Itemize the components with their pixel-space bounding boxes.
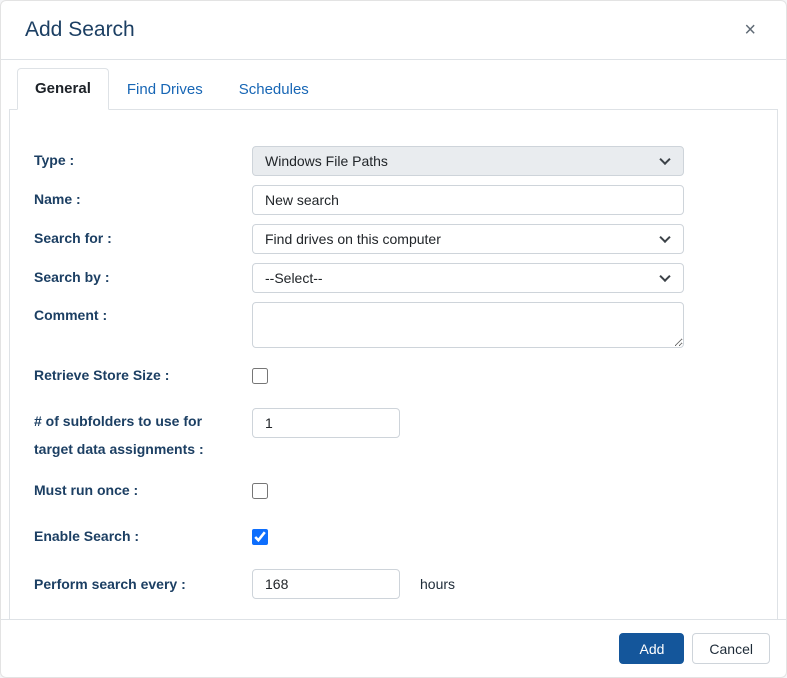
add-search-dialog: Add Search × General Find Drives Schedul… bbox=[0, 0, 787, 678]
must-run-once-checkbox[interactable] bbox=[252, 483, 268, 499]
tab-content-general: Type : Windows File Paths Name : Search … bbox=[9, 110, 778, 619]
search-for-label: Search for : bbox=[34, 225, 252, 252]
retrieve-store-size-row: Retrieve Store Size : bbox=[34, 362, 753, 389]
search-by-select[interactable]: --Select-- bbox=[252, 263, 684, 293]
tab-general[interactable]: General bbox=[17, 68, 109, 110]
dialog-footer: Add Cancel bbox=[1, 619, 786, 677]
type-label: Type : bbox=[34, 147, 252, 174]
tab-bar: General Find Drives Schedules bbox=[9, 68, 778, 110]
dialog-title: Add Search bbox=[25, 18, 135, 42]
name-input[interactable] bbox=[252, 185, 684, 215]
enable-search-checkbox[interactable] bbox=[252, 529, 268, 545]
tab-schedules[interactable]: Schedules bbox=[221, 68, 327, 110]
close-icon[interactable]: × bbox=[738, 16, 762, 44]
perform-every-input[interactable] bbox=[252, 569, 400, 599]
subfolders-row: # of subfolders to use for target data a… bbox=[34, 408, 753, 463]
retrieve-store-size-label: Retrieve Store Size : bbox=[34, 362, 252, 389]
subfolders-input[interactable] bbox=[252, 408, 400, 438]
type-select[interactable]: Windows File Paths bbox=[252, 146, 684, 176]
comment-label: Comment : bbox=[34, 302, 252, 329]
search-by-label: Search by : bbox=[34, 264, 252, 291]
search-for-row: Search for : Find drives on this compute… bbox=[34, 224, 753, 254]
must-run-once-label: Must run once : bbox=[34, 477, 252, 504]
name-label: Name : bbox=[34, 186, 252, 213]
retrieve-store-size-checkbox[interactable] bbox=[252, 368, 268, 384]
enable-search-row: Enable Search : bbox=[34, 523, 753, 550]
perform-every-row: Perform search every : hours bbox=[34, 569, 753, 599]
dialog-body: General Find Drives Schedules Type : Win… bbox=[1, 60, 786, 619]
enable-search-label: Enable Search : bbox=[34, 523, 252, 550]
name-row: Name : bbox=[34, 185, 753, 215]
type-row: Type : Windows File Paths bbox=[34, 146, 753, 176]
search-by-row: Search by : --Select-- bbox=[34, 263, 753, 293]
must-run-once-row: Must run once : bbox=[34, 477, 753, 504]
perform-every-label: Perform search every : bbox=[34, 571, 252, 598]
cancel-button[interactable]: Cancel bbox=[692, 633, 770, 664]
comment-row: Comment : bbox=[34, 302, 753, 348]
dialog-header: Add Search × bbox=[1, 1, 786, 60]
comment-textarea[interactable] bbox=[252, 302, 684, 348]
search-for-select[interactable]: Find drives on this computer bbox=[252, 224, 684, 254]
add-button[interactable]: Add bbox=[619, 633, 684, 664]
tab-find-drives[interactable]: Find Drives bbox=[109, 68, 221, 110]
hours-suffix: hours bbox=[420, 576, 455, 592]
subfolders-label: # of subfolders to use for target data a… bbox=[34, 408, 252, 463]
